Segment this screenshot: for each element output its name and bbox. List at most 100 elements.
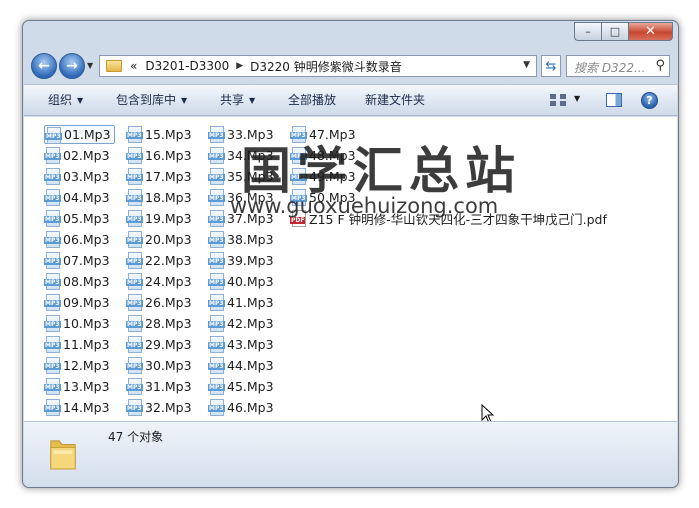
file-name: 17.Mp3 bbox=[145, 168, 192, 184]
mp3-file-item[interactable]: 45.Mp3 bbox=[208, 377, 274, 395]
mp3-file-item[interactable]: 01.Mp3 bbox=[44, 125, 115, 144]
mp3-file-icon bbox=[44, 357, 61, 374]
file-name: 19.Mp3 bbox=[145, 210, 192, 226]
mp3-file-item[interactable]: 09.Mp3 bbox=[44, 293, 110, 311]
include-in-library-label: 包含到库中 bbox=[116, 93, 177, 107]
mp3-file-item[interactable]: 29.Mp3 bbox=[126, 335, 192, 353]
address-dropdown-icon[interactable]: ▼ bbox=[523, 60, 530, 70]
back-button[interactable]: ← bbox=[31, 53, 57, 79]
preview-pane-icon[interactable] bbox=[606, 93, 622, 107]
mp3-file-item[interactable]: 28.Mp3 bbox=[126, 314, 192, 332]
file-name: 30.Mp3 bbox=[145, 357, 192, 373]
window-controls: – □ ✕ bbox=[574, 22, 673, 41]
file-name: 18.Mp3 bbox=[145, 189, 192, 205]
mp3-file-icon bbox=[208, 315, 225, 332]
mp3-file-item[interactable]: 42.Mp3 bbox=[208, 314, 274, 332]
help-icon[interactable]: ? bbox=[641, 92, 658, 109]
mp3-file-item[interactable]: 24.Mp3 bbox=[126, 272, 192, 290]
mp3-file-item[interactable]: 17.Mp3 bbox=[126, 167, 192, 185]
forward-button[interactable]: → bbox=[59, 53, 85, 79]
file-name: 06.Mp3 bbox=[63, 231, 110, 247]
mp3-file-item[interactable]: 39.Mp3 bbox=[208, 251, 274, 269]
breadcrumb-segment[interactable]: D3201-D3300 bbox=[145, 59, 229, 73]
play-all-button[interactable]: 全部播放 bbox=[288, 85, 336, 115]
view-options-dropdown[interactable]: ▼ bbox=[574, 94, 580, 103]
refresh-button[interactable]: ⇆ bbox=[541, 55, 561, 77]
mp3-file-item[interactable]: 32.Mp3 bbox=[126, 398, 192, 416]
mp3-file-item[interactable]: 18.Mp3 bbox=[126, 188, 192, 206]
mp3-file-item[interactable]: 16.Mp3 bbox=[126, 146, 192, 164]
mp3-file-item[interactable]: 07.Mp3 bbox=[44, 251, 110, 269]
breadcrumb: « D3201-D3300 ▶ D3220 钟明修紫微斗数录音 bbox=[130, 58, 402, 75]
mp3-file-item[interactable]: 30.Mp3 bbox=[126, 356, 192, 374]
mp3-file-item[interactable]: 26.Mp3 bbox=[126, 293, 192, 311]
mp3-file-item[interactable]: 04.Mp3 bbox=[44, 188, 110, 206]
minimize-button[interactable]: – bbox=[574, 22, 601, 41]
file-name: 31.Mp3 bbox=[145, 378, 192, 394]
mp3-file-item[interactable]: 38.Mp3 bbox=[208, 230, 274, 248]
watermark-text: 国学汇总站 bbox=[241, 141, 521, 200]
mp3-file-item[interactable]: 44.Mp3 bbox=[208, 356, 274, 374]
file-name: 08.Mp3 bbox=[63, 273, 110, 289]
mp3-file-item[interactable]: 05.Mp3 bbox=[44, 209, 110, 227]
mp3-file-icon bbox=[208, 294, 225, 311]
mp3-file-item[interactable]: 10.Mp3 bbox=[44, 314, 110, 332]
mp3-file-icon bbox=[208, 231, 225, 248]
mp3-file-icon bbox=[208, 378, 225, 395]
details-pane: 47 个对象 bbox=[24, 421, 677, 486]
change-view-icon[interactable] bbox=[550, 94, 566, 106]
mp3-file-item[interactable]: 46.Mp3 bbox=[208, 398, 274, 416]
organize-menu[interactable]: 组织 ▼ bbox=[48, 85, 83, 115]
breadcrumb-chevron-icon[interactable]: ▶ bbox=[236, 61, 243, 71]
mp3-file-icon bbox=[44, 147, 61, 164]
mp3-file-item[interactable]: 11.Mp3 bbox=[44, 335, 110, 353]
maximize-button[interactable]: □ bbox=[601, 22, 628, 41]
file-name: 10.Mp3 bbox=[63, 315, 110, 331]
mp3-file-icon bbox=[126, 357, 143, 374]
organize-label: 组织 bbox=[48, 93, 73, 107]
mp3-file-item[interactable]: 08.Mp3 bbox=[44, 272, 110, 290]
file-name: 11.Mp3 bbox=[63, 336, 110, 352]
mp3-file-icon bbox=[126, 126, 143, 143]
mp3-file-item[interactable]: 20.Mp3 bbox=[126, 230, 192, 248]
mp3-file-item[interactable]: 19.Mp3 bbox=[126, 209, 192, 227]
mp3-file-item[interactable]: 40.Mp3 bbox=[208, 272, 274, 290]
mp3-file-item[interactable]: 02.Mp3 bbox=[44, 146, 110, 164]
share-menu[interactable]: 共享 ▼ bbox=[220, 85, 255, 115]
mp3-file-icon bbox=[126, 315, 143, 332]
file-name: 44.Mp3 bbox=[227, 357, 274, 373]
mp3-file-item[interactable]: 22.Mp3 bbox=[126, 251, 192, 269]
refresh-icon: ⇆ bbox=[545, 58, 557, 74]
mp3-file-icon bbox=[208, 357, 225, 374]
back-arrow-icon: ← bbox=[38, 58, 50, 74]
breadcrumb-overflow[interactable]: « bbox=[130, 59, 137, 73]
file-name: 22.Mp3 bbox=[145, 252, 192, 268]
recent-pages-dropdown[interactable]: ▼ bbox=[87, 61, 93, 70]
search-icon[interactable]: ⚲ bbox=[655, 58, 665, 73]
mp3-file-item[interactable]: 31.Mp3 bbox=[126, 377, 192, 395]
mp3-file-item[interactable]: 41.Mp3 bbox=[208, 293, 274, 311]
mp3-file-item[interactable]: 13.Mp3 bbox=[44, 377, 110, 395]
mp3-file-icon bbox=[208, 126, 225, 143]
watermark-url: www.guoxuehuizong.com bbox=[230, 194, 499, 218]
mp3-file-icon bbox=[44, 231, 61, 248]
mp3-file-item[interactable]: 06.Mp3 bbox=[44, 230, 110, 248]
file-name: 05.Mp3 bbox=[63, 210, 110, 226]
close-button[interactable]: ✕ bbox=[628, 22, 673, 41]
mp3-file-item[interactable]: 15.Mp3 bbox=[126, 125, 192, 143]
mp3-file-item[interactable]: 12.Mp3 bbox=[44, 356, 110, 374]
address-bar[interactable]: « D3201-D3300 ▶ D3220 钟明修紫微斗数录音 ▼ bbox=[99, 55, 537, 77]
mp3-file-item[interactable]: 03.Mp3 bbox=[44, 167, 110, 185]
mp3-file-item[interactable]: 43.Mp3 bbox=[208, 335, 274, 353]
mp3-file-icon bbox=[126, 378, 143, 395]
include-in-library-menu[interactable]: 包含到库中 ▼ bbox=[116, 85, 187, 115]
mp3-file-icon bbox=[208, 189, 225, 206]
new-folder-button[interactable]: 新建文件夹 bbox=[365, 85, 425, 115]
file-name: 45.Mp3 bbox=[227, 378, 274, 394]
file-name: 42.Mp3 bbox=[227, 315, 274, 331]
chevron-down-icon: ▼ bbox=[249, 95, 256, 105]
search-input[interactable]: 搜索 D322... ⚲ bbox=[566, 55, 670, 77]
breadcrumb-segment[interactable]: D3220 钟明修紫微斗数录音 bbox=[250, 58, 402, 75]
share-label: 共享 bbox=[220, 93, 245, 107]
mp3-file-item[interactable]: 14.Mp3 bbox=[44, 398, 110, 416]
